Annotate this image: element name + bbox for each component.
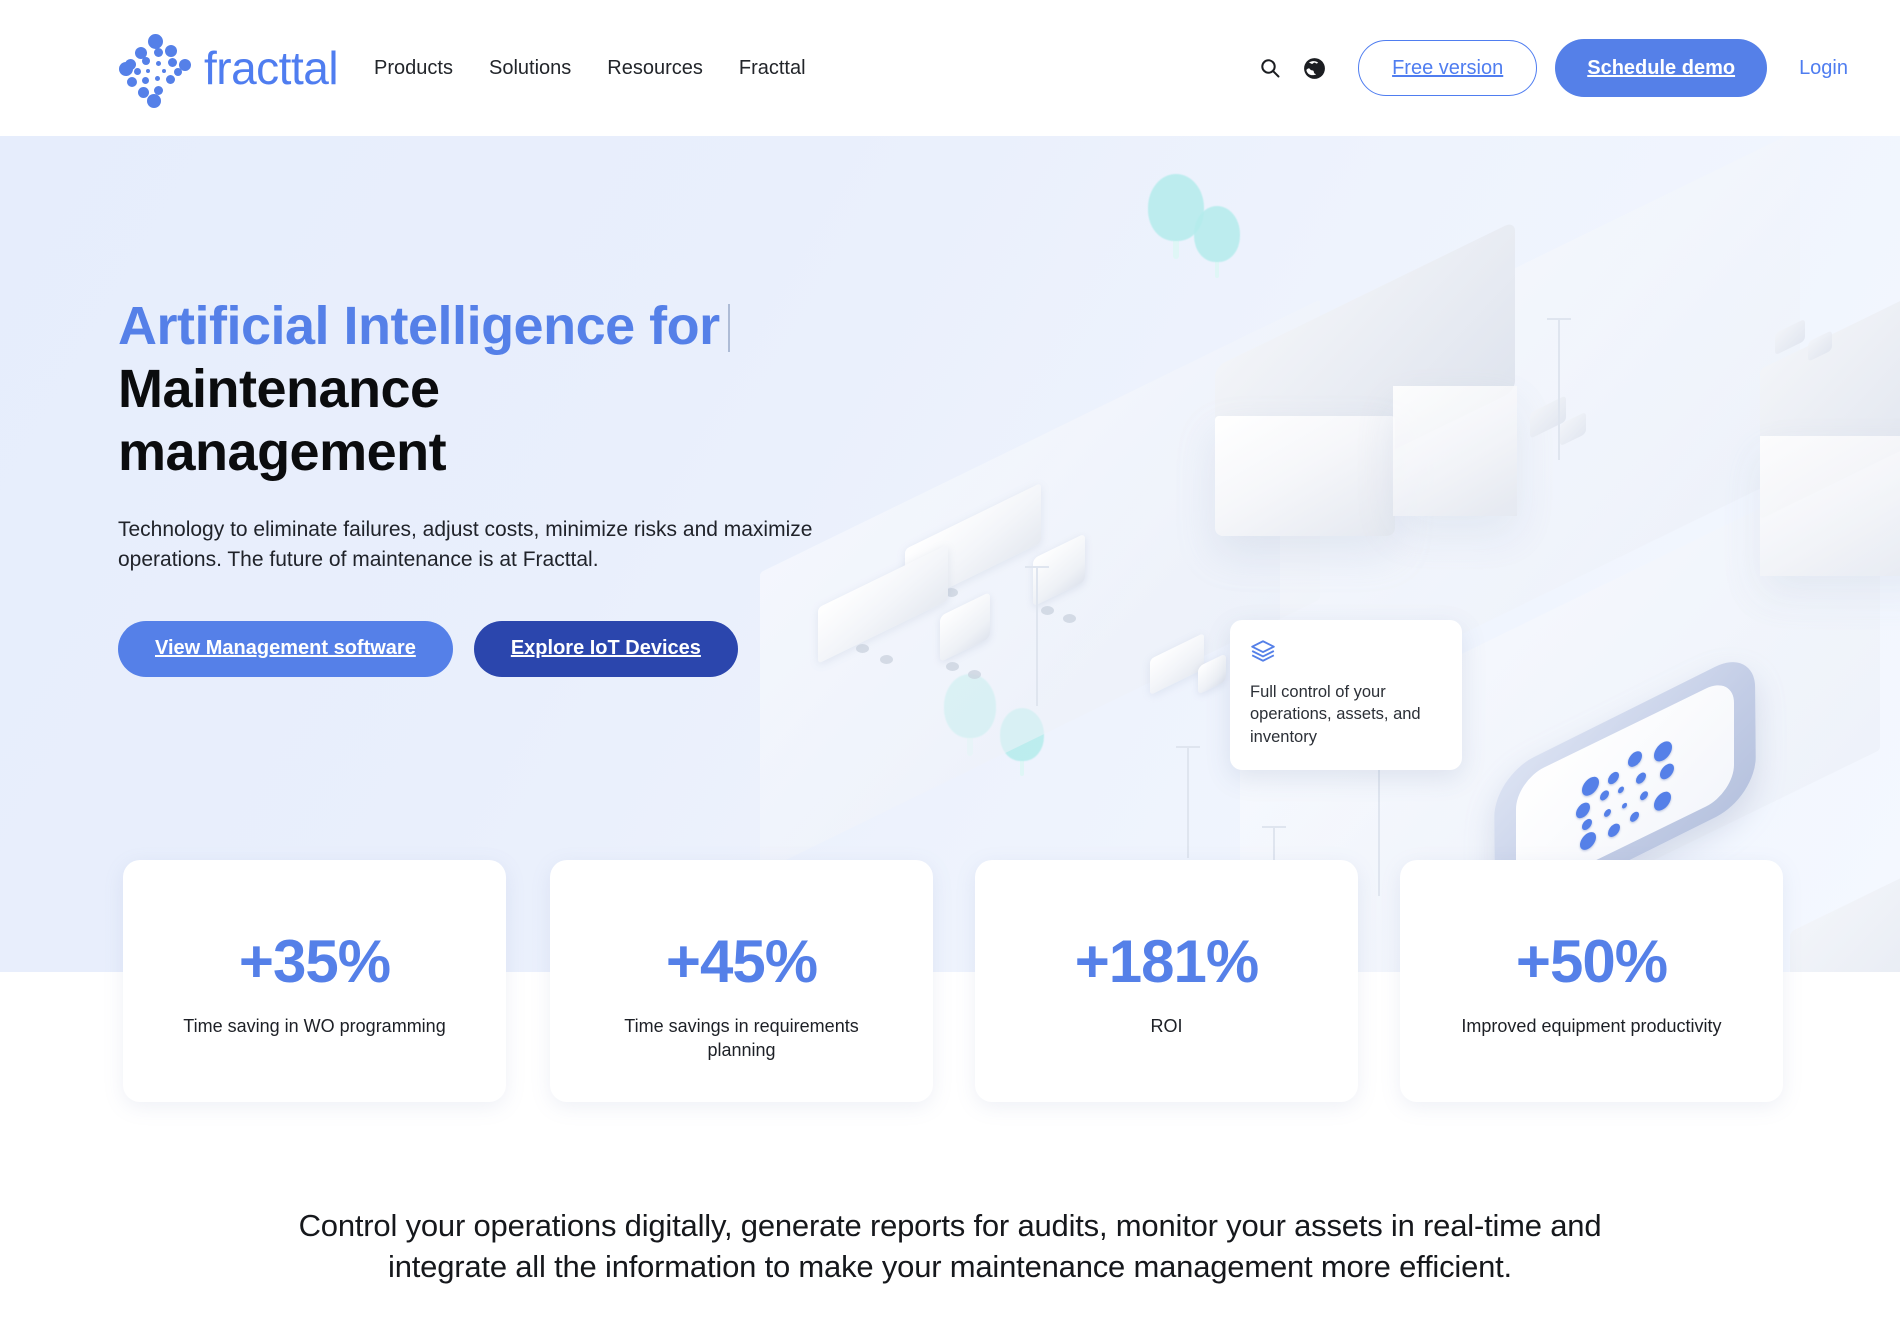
free-version-button[interactable]: Free version [1358, 40, 1538, 96]
site-header: fracttal Products Solutions Resources Fr… [0, 0, 1900, 136]
stat-card: +35% Time saving in WO programming [123, 860, 506, 1102]
nav-item-solutions[interactable]: Solutions [489, 57, 571, 80]
header-actions: Free version Schedule demo Login [1248, 0, 1848, 136]
iot-device-illustration [1493, 646, 1757, 928]
nav-item-resources[interactable]: Resources [607, 57, 703, 80]
view-management-software-button[interactable]: View Management software [118, 620, 453, 677]
stat-value: +181% [1074, 928, 1259, 995]
section-intro-text: Control your operations digitally, gener… [0, 1205, 1900, 1287]
hero-section: Artificial Intelligence for Maintenance … [0, 136, 1900, 972]
hero-headline-line2: Maintenance [118, 358, 440, 419]
stat-value: +35% [238, 928, 391, 995]
stat-card: +50% Improved equipment productivity [1400, 860, 1783, 1102]
feature-callout-card: Full control of your operations, assets,… [1230, 620, 1462, 771]
main-nav: Products Solutions Resources Fracttal [374, 57, 806, 80]
stat-card: +45% Time savings in requirements planni… [550, 860, 933, 1102]
stat-label: Improved equipment productivity [1461, 1016, 1722, 1036]
stat-label: Time saving in WO programming [183, 1016, 446, 1036]
nav-item-products[interactable]: Products [374, 57, 453, 80]
stat-label: ROI [1150, 1016, 1183, 1036]
explore-iot-devices-button[interactable]: Explore IoT Devices [473, 620, 738, 677]
landing-page: fracttal Products Solutions Resources Fr… [0, 0, 1900, 1321]
typing-caret [727, 304, 730, 352]
hero-headline-accent: Artificial Intelligence for [118, 296, 878, 358]
brand-wordmark: fracttal [204, 42, 339, 94]
stat-label: Time savings in requirements planning [624, 1016, 859, 1060]
hero-cta-group: View Management software Explore IoT Dev… [118, 620, 878, 677]
fracttal-dots-logo-icon [118, 32, 191, 108]
brand-logo[interactable]: fracttal [118, 32, 339, 108]
layers-icon [1250, 638, 1442, 669]
section-intro-line2: integrate all the information to make yo… [388, 1249, 1512, 1285]
feature-callout-text: Full control of your operations, assets,… [1250, 683, 1421, 746]
stat-value: +50% [1515, 928, 1668, 995]
van-icon [1150, 632, 1240, 706]
login-link[interactable]: Login [1799, 57, 1848, 80]
hero-headline-line3: management [118, 422, 447, 483]
schedule-demo-button[interactable]: Schedule demo [1555, 39, 1768, 97]
tree-icon [1194, 206, 1240, 278]
nav-item-fracttal[interactable]: Fracttal [739, 57, 806, 80]
section-intro-line1: Control your operations digitally, gener… [298, 1208, 1602, 1243]
stat-value: +45% [665, 928, 818, 995]
hero-subtext: Technology to eliminate failures, adjust… [118, 517, 813, 572]
globe-icon[interactable] [1292, 46, 1336, 90]
search-icon[interactable] [1248, 46, 1292, 90]
hero-copy: Artificial Intelligence for Maintenance … [118, 296, 878, 677]
stat-card: +181% ROI [975, 860, 1358, 1102]
stat-card-row: +35% Time saving in WO programming +45% … [0, 860, 1900, 1102]
